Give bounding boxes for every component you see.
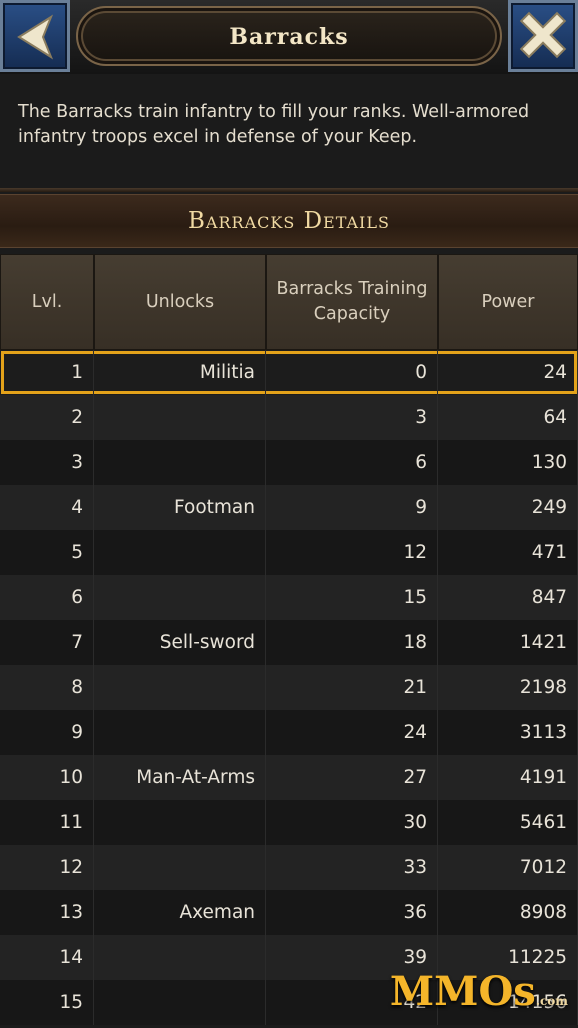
column-header-capacity: Barracks Training Capacity [266,254,438,350]
table-row[interactable]: 4 Footman 9 249 [0,485,578,530]
cell-capacity: 18 [266,620,438,665]
top-bar: Barracks [0,0,578,74]
cell-capacity: 24 [266,710,438,755]
cell-level: 4 [0,485,94,530]
cell-unlock [94,980,266,1025]
page-title: Barracks [229,24,349,50]
table-row[interactable]: 5 12 471 [0,530,578,575]
table-row[interactable]: 7 Sell-sword 18 1421 [0,620,578,665]
cell-unlock [94,845,266,890]
table-row[interactable]: 2 3 64 [0,395,578,440]
table-row[interactable]: 11 30 5461 [0,800,578,845]
table-row[interactable]: 12 33 7012 [0,845,578,890]
cell-level: 1 [0,350,94,395]
cell-capacity: 6 [266,440,438,485]
cell-level: 3 [0,440,94,485]
cell-capacity: 15 [266,575,438,620]
column-header-unlocks: Unlocks [94,254,266,350]
cell-power: 8908 [438,890,578,935]
cell-unlock: Footman [94,485,266,530]
cell-unlock: Axeman [94,890,266,935]
close-button[interactable] [508,0,578,72]
cell-power: 7012 [438,845,578,890]
cell-power: 471 [438,530,578,575]
table-row[interactable]: 6 15 847 [0,575,578,620]
back-arrow-icon [17,14,54,60]
cell-capacity: 12 [266,530,438,575]
cell-unlock [94,440,266,485]
cell-power: 64 [438,395,578,440]
column-header-level: Lvl. [0,254,94,350]
cell-unlock [94,800,266,845]
cell-unlock: Militia [94,350,266,395]
cell-power: 1421 [438,620,578,665]
cell-power: 5461 [438,800,578,845]
table-row-selected[interactable]: 1 Militia 0 24 [0,350,578,395]
cell-unlock [94,575,266,620]
cell-capacity: 27 [266,755,438,800]
watermark-logo: MMOs.com [390,968,568,1015]
title-plaque: Barracks [76,6,502,66]
table-row[interactable]: 13 Axeman 36 8908 [0,890,578,935]
cell-unlock [94,665,266,710]
cell-power: 24 [438,350,578,395]
cell-unlock: Man-At-Arms [94,755,266,800]
cell-level: 2 [0,395,94,440]
cell-level: 12 [0,845,94,890]
cell-power: 2198 [438,665,578,710]
watermark-text: MMOs [389,968,536,1015]
barracks-details-table: Lvl. Unlocks Barracks Training Capacity … [0,254,578,1025]
table-header: Lvl. Unlocks Barracks Training Capacity … [0,254,578,350]
cell-capacity: 9 [266,485,438,530]
cell-unlock [94,710,266,755]
cell-unlock [94,395,266,440]
cell-level: 6 [0,575,94,620]
back-button[interactable] [0,0,70,72]
cell-capacity: 33 [266,845,438,890]
divider [0,188,578,192]
column-header-power: Power [438,254,578,350]
table-row[interactable]: 3 6 130 [0,440,578,485]
watermark-suffix: .com [535,994,568,1008]
cell-power: 249 [438,485,578,530]
cell-level: 11 [0,800,94,845]
cell-power: 4191 [438,755,578,800]
cell-capacity: 0 [266,350,438,395]
cell-unlock [94,935,266,980]
table-row[interactable]: 9 24 3113 [0,710,578,755]
cell-level: 7 [0,620,94,665]
cell-level: 13 [0,890,94,935]
table-body: 1 Militia 0 24 2 3 64 3 6 130 4 Footman 9 249 5 12 471 6 1… [0,350,578,1025]
cell-unlock: Sell-sword [94,620,266,665]
cell-level: 9 [0,710,94,755]
cell-power: 130 [438,440,578,485]
table-row[interactable]: 10 Man-At-Arms 27 4191 [0,755,578,800]
close-x-icon [519,11,567,59]
cell-capacity: 30 [266,800,438,845]
cell-power: 3113 [438,710,578,755]
building-description: The Barracks train infantry to fill your… [18,102,530,147]
cell-capacity: 36 [266,890,438,935]
cell-unlock [94,530,266,575]
cell-power: 847 [438,575,578,620]
cell-level: 10 [0,755,94,800]
cell-capacity: 3 [266,395,438,440]
table-row[interactable]: 8 21 2198 [0,665,578,710]
cell-level: 14 [0,935,94,980]
cell-capacity: 21 [266,665,438,710]
section-header: Barracks Details [0,194,578,248]
section-title: Barracks Details [188,208,390,234]
cell-level: 15 [0,980,94,1025]
cell-level: 5 [0,530,94,575]
cell-level: 8 [0,665,94,710]
